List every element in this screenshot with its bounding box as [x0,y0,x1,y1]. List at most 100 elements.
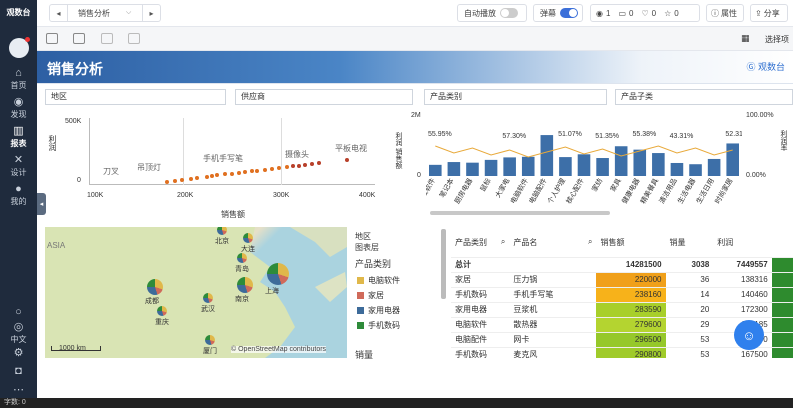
col-header-sales[interactable]: 销售额 [596,229,666,258]
undo-select-icon[interactable] [73,33,85,44]
scatter-point[interactable] [189,177,193,181]
legend-item[interactable]: 家居 [357,290,400,305]
bar[interactable] [726,143,739,176]
col-header-profit[interactable]: 利润 [713,229,772,258]
like-icon[interactable]: ♡ [641,9,648,18]
scatter-point[interactable] [205,175,209,179]
assistant-bot-button[interactable]: ☺ [734,320,764,350]
table-row[interactable]: 手机数码 麦克风 290800 53 167500 [451,347,793,358]
bar[interactable] [689,164,702,176]
sidebar-item-design[interactable]: ✕ 设计 [0,151,37,180]
scatter-point[interactable] [270,167,274,171]
bar[interactable] [670,162,684,176]
barrage-toggle[interactable] [560,8,578,18]
col-header-product[interactable]: 产品名 ⌕ [509,229,597,258]
next-report-button[interactable]: ▸ [142,5,160,21]
scatter-point[interactable] [223,172,227,176]
filter-supplier[interactable]: 供应商 [235,89,413,105]
scatter-point[interactable] [237,171,241,175]
search-icon[interactable]: ⌕ [501,237,505,247]
legend-item[interactable]: 电脑软件 [357,275,400,290]
map-pie-marker[interactable] [243,233,253,243]
bar[interactable] [652,153,665,176]
layer-icon[interactable] [101,33,113,44]
scatter-point[interactable] [173,179,177,183]
scatter-chart[interactable]: 利润 500K 0 100K 200K 300K 400K 销售额 刀叉 吊顶灯… [45,110,380,222]
share-button[interactable]: ⇪ 分享 [750,4,788,22]
map-pie-marker[interactable] [237,277,253,293]
bar[interactable] [577,154,591,176]
bar[interactable] [521,156,535,176]
scatter-point[interactable] [243,170,247,174]
bar[interactable] [484,159,498,176]
scatter-point[interactable] [317,161,321,165]
properties-button[interactable]: ⓘ 属性 [706,4,744,22]
chevron-down-icon[interactable]: ⌵ [126,9,131,17]
bar[interactable] [466,162,479,176]
map[interactable]: ASIA 北京 大连 青岛 成都 重庆 武汉 南京 上海 厦门 1000 km © OpenSt… [45,227,347,358]
table-row[interactable]: 手机数码 手机手写笔 238160 14 140460 [451,287,793,303]
bar[interactable] [559,157,572,176]
star-icon[interactable]: ☆ [664,9,671,18]
map-pie-marker[interactable] [267,263,289,285]
scatter-point[interactable] [303,163,307,167]
scatter-point[interactable] [277,166,281,170]
table-row[interactable]: 家居 压力锅 220000 36 138316 [451,272,793,288]
sidebar-item-settings[interactable]: ⚙ [0,344,37,362]
zoom-select-icon[interactable] [46,33,58,44]
legend-item[interactable]: 手机数码 [357,320,400,335]
bar[interactable] [503,157,516,176]
combo-chart[interactable]: 利润 销售额 2M 0 100.00% 0.00% 利润率 办公软件 笔记本 厨房电… [390,110,793,222]
sidebar-item-mine[interactable]: ● 我的 [0,180,37,209]
legend-scrollbar[interactable] [441,229,446,299]
sidebar-item-report[interactable]: ▥ 报表 [0,122,37,151]
autoplay-toggle[interactable] [500,8,518,18]
map-pie-marker[interactable] [203,293,213,303]
sidebar-item-discover[interactable]: ◉ 发现 [0,93,37,122]
bar[interactable] [540,135,554,176]
prev-report-button[interactable]: ◂ [50,5,68,21]
avatar[interactable] [8,37,30,58]
map-pie-marker[interactable] [157,306,167,316]
scatter-point[interactable] [215,173,219,177]
scatter-point[interactable] [291,164,295,168]
scatter-point[interactable] [230,172,234,176]
scatter-point[interactable] [297,164,301,168]
bar[interactable] [707,158,721,176]
filter-product-category[interactable]: 产品类别 [424,89,607,105]
comment-icon[interactable]: ▭ [618,9,626,18]
scatter-point[interactable] [285,165,289,169]
filter-product-subcategory[interactable]: 产品子类 [615,89,793,105]
scatter-point[interactable] [250,169,254,173]
sidebar-item-tips[interactable]: ○ [0,302,37,322]
table-row[interactable]: 家用电器 豆浆机 283590 20 172300 [451,302,793,318]
scatter-point[interactable] [210,174,214,178]
scatter-point[interactable] [345,158,349,162]
bar[interactable] [596,158,609,176]
map-pie-marker[interactable] [205,335,215,345]
legend-item[interactable]: 家用电器 [357,305,400,320]
scatter-point[interactable] [180,178,184,182]
col-header-category[interactable]: 产品类别 ⌕ [451,229,510,258]
combo-scrollbar[interactable] [430,211,610,215]
scatter-point[interactable] [195,176,199,180]
scatter-point[interactable] [263,168,267,172]
report-name[interactable]: 销售分析 [68,8,126,19]
search-icon[interactable]: ⌕ [588,237,592,247]
scatter-point[interactable] [255,169,259,173]
sidebar-item-assistant[interactable]: ◘ [0,362,37,380]
scatter-point[interactable] [165,180,169,184]
bar[interactable] [633,149,647,176]
sidebar-item-more[interactable]: ⋯ [0,380,37,400]
sidebar-item-home[interactable]: ⌂ 首页 [0,64,37,93]
bar[interactable] [447,162,461,176]
map-pie-marker[interactable] [237,253,247,263]
col-header-qty[interactable]: 销量 [665,229,714,258]
bar[interactable] [429,164,442,176]
bar[interactable] [614,146,628,176]
filter-icon[interactable] [128,33,140,44]
grid-icon[interactable]: ▦ [741,33,750,44]
sidebar-item-language[interactable]: ◎ 中文 [0,321,37,344]
filter-region[interactable]: 地区 [45,89,226,105]
select-items-button[interactable]: 选择项 [765,34,789,45]
